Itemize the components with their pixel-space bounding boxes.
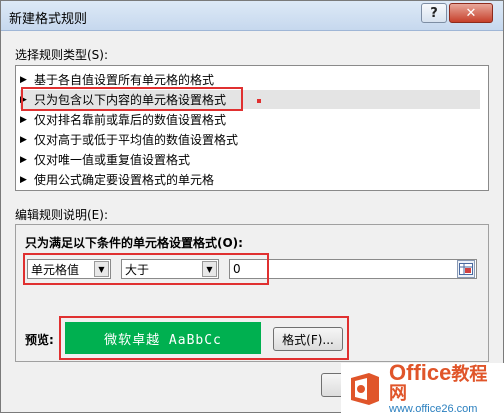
new-format-rule-dialog: 新建格式规则 ? ✕ 选择规则类型(S): ▶ 基于各自值设置所有单元格的格式 … (0, 0, 504, 416)
rule-type-item-label: 只为包含以下内容的单元格设置格式 (34, 93, 227, 107)
rule-type-item-label: 使用公式确定要设置格式的单元格 (34, 173, 215, 187)
office26-watermark: Office教程网 www.office26.com (341, 360, 504, 416)
title-bar: 新建格式规则 ? ✕ (1, 1, 503, 31)
edit-rule-description-label: 编辑规则说明(E): (15, 208, 108, 222)
rule-type-item[interactable]: ▶ 仅对排名靠前或靠后的数值设置格式 (20, 110, 480, 129)
play-arrow-icon: ▶ (20, 134, 27, 145)
rule-type-item-label: 仅对排名靠前或靠后的数值设置格式 (34, 113, 227, 127)
operator-dropdown[interactable]: 大于 ▼ (121, 259, 219, 279)
format-button-label: 格式(F)... (282, 332, 334, 347)
play-arrow-icon: ▶ (20, 94, 27, 105)
close-icon: ✕ (465, 5, 477, 21)
rule-type-item-label: 仅对高于或低于平均值的数值设置格式 (34, 133, 239, 147)
rule-type-item[interactable]: ▶ 仅对唯一值或重复值设置格式 (20, 150, 480, 169)
cell-value-dropdown-value: 单元格值 (31, 262, 80, 277)
rule-type-item[interactable]: ▶ 使用公式确定要设置格式的单元格 (20, 170, 480, 189)
rule-type-item[interactable]: ▶ 仅对高于或低于平均值的数值设置格式 (20, 130, 480, 149)
office-logo-icon (345, 370, 383, 408)
format-button[interactable]: 格式(F)... (273, 327, 343, 351)
rule-type-item-selected[interactable]: ▶ 只为包含以下内容的单元格设置格式 (20, 90, 480, 109)
condition-heading: 只为满足以下条件的单元格设置格式(O): (25, 236, 243, 250)
value-input[interactable]: 0 (229, 259, 477, 279)
preview-label: 预览: (25, 333, 54, 347)
watermark-url: www.office26.com (389, 403, 478, 416)
play-arrow-icon: ▶ (20, 154, 27, 165)
close-button[interactable]: ✕ (449, 3, 493, 23)
range-picker-icon (459, 263, 473, 275)
rule-type-item-label: 基于各自值设置所有单元格的格式 (34, 73, 215, 87)
rule-type-item-label: 仅对唯一值或重复值设置格式 (34, 153, 191, 167)
rule-type-list[interactable]: ▶ 基于各自值设置所有单元格的格式 ▶ 只为包含以下内容的单元格设置格式 ▶ 仅… (15, 65, 489, 191)
watermark-brand: Office (389, 360, 452, 386)
chevron-down-icon[interactable]: ▼ (94, 261, 109, 277)
cell-value-dropdown[interactable]: 单元格值 ▼ (27, 259, 111, 279)
play-arrow-icon: ▶ (20, 74, 27, 85)
help-icon: ? (430, 5, 438, 21)
help-button[interactable]: ? (421, 3, 447, 23)
window-title: 新建格式规则 (9, 12, 88, 27)
highlight-dot (257, 99, 261, 103)
operator-dropdown-value: 大于 (125, 262, 150, 277)
rule-type-label: 选择规则类型(S): (15, 48, 109, 62)
range-picker-button[interactable] (457, 260, 475, 278)
format-preview: 微软卓越 AaBbCc (65, 322, 261, 354)
chevron-down-icon[interactable]: ▼ (202, 261, 217, 277)
play-arrow-icon: ▶ (20, 174, 27, 185)
play-arrow-icon: ▶ (20, 114, 27, 125)
preview-text: 微软卓越 AaBbCc (104, 332, 222, 348)
rule-type-item[interactable]: ▶ 基于各自值设置所有单元格的格式 (20, 70, 480, 89)
value-input-text: 0 (233, 262, 241, 276)
